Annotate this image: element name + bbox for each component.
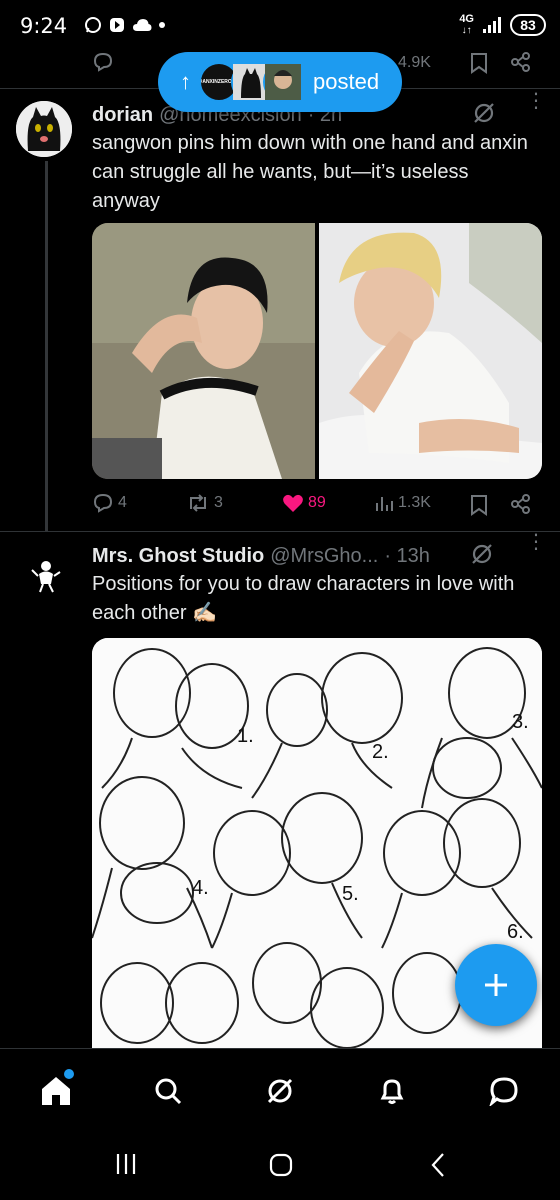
home-button-icon[interactable] [268, 1152, 294, 1178]
display-name[interactable]: dorian [92, 104, 153, 127]
avatar[interactable] [26, 554, 66, 594]
sketch-label-3: 3. [512, 711, 529, 733]
pill-avatars: #ANXINZEROSE [199, 62, 303, 102]
sketch-label-4: 4. [192, 877, 209, 899]
views-icon [376, 497, 393, 511]
share-icon[interactable] [510, 493, 532, 515]
app-notification-icon [110, 18, 124, 32]
whatsapp-icon [85, 17, 101, 33]
sketch-label-2: 2. [372, 741, 389, 763]
like-count: 89 [308, 494, 326, 511]
avatar[interactable] [16, 101, 72, 157]
search-icon [155, 1078, 182, 1105]
tweet-text: Positions for you to draw characters in … [92, 573, 515, 624]
bookmark-icon[interactable] [470, 494, 488, 516]
photo-right[interactable] [319, 223, 542, 479]
reply-count: 4 [118, 494, 127, 511]
nav-home[interactable] [36, 1069, 76, 1111]
notification-dot [64, 1069, 74, 1079]
nav-notifications[interactable] [372, 1071, 412, 1111]
reply-icon [93, 493, 113, 513]
dot-icon [159, 22, 165, 28]
photo-left[interactable] [92, 223, 315, 479]
tweet-text: sangwon pins him down with one hand and … [92, 132, 528, 212]
grok-icon[interactable] [472, 101, 496, 125]
sketch-label-5: 5. [342, 883, 359, 905]
share-icon[interactable] [510, 51, 532, 73]
bookmark-icon[interactable] [470, 52, 488, 74]
tweet-media[interactable] [92, 223, 542, 479]
sketch-label-6: 6. [507, 921, 524, 943]
notification-icons [84, 16, 166, 34]
views-count[interactable]: 4.9K [398, 54, 431, 72]
more-options-icon[interactable]: ⋮ [526, 91, 546, 111]
compose-button[interactable] [455, 944, 537, 1026]
home-icon [42, 1077, 70, 1105]
grok-icon [267, 1078, 293, 1104]
recents-icon[interactable] [114, 1152, 138, 1176]
arrow-up-icon: ↑ [180, 69, 191, 94]
display-name[interactable]: Mrs. Ghost Studio [92, 545, 264, 568]
tweet-dorian[interactable]: dorian @homeexcision · 2h ⋮ sangwon pins… [0, 89, 560, 531]
reply-icon[interactable] [92, 52, 114, 72]
repost-icon [190, 494, 206, 512]
nav-messages[interactable] [484, 1071, 524, 1111]
new-posts-pill[interactable]: ↑ #ANXINZEROSE posted [158, 52, 402, 112]
nav-grok[interactable] [260, 1071, 300, 1111]
views-button[interactable]: 1.3K [374, 493, 431, 513]
thread-line [45, 161, 48, 531]
plus-icon [485, 974, 507, 996]
messages-icon [489, 1077, 518, 1106]
reply-button[interactable]: 4 [92, 493, 127, 513]
tweet-header: Mrs. Ghost Studio @MrsGho... · 13h [92, 545, 430, 568]
signal-icon [483, 17, 501, 33]
status-bar: 9:24 4G ↓↑ 83 [0, 0, 560, 52]
network-indicator: 4G ↓↑ [459, 13, 474, 37]
views-count: 1.3K [398, 494, 431, 511]
nav-search[interactable] [148, 1071, 188, 1111]
back-icon[interactable] [428, 1152, 448, 1178]
notifications-icon [380, 1079, 404, 1104]
repost-button[interactable]: 3 [186, 493, 223, 513]
status-time: 9:24 [20, 14, 68, 38]
sketch-label-1: 1. [237, 725, 254, 747]
battery-indicator: 83 [510, 14, 546, 36]
heart-filled-icon [283, 494, 303, 512]
grok-icon[interactable] [470, 542, 494, 566]
avatar [263, 62, 303, 102]
cloud-icon [133, 19, 152, 31]
handle[interactable]: @MrsGho... [270, 545, 378, 568]
timestamp[interactable]: · 13h [384, 545, 430, 568]
status-right: 4G ↓↑ 83 [459, 14, 546, 36]
like-button[interactable]: 89 [282, 493, 326, 513]
posted-label: posted [313, 69, 380, 94]
system-navigation [0, 1130, 560, 1200]
repost-count: 3 [214, 494, 223, 511]
bottom-nav [0, 1048, 560, 1130]
more-options-icon[interactable]: ⋮ [526, 532, 546, 552]
